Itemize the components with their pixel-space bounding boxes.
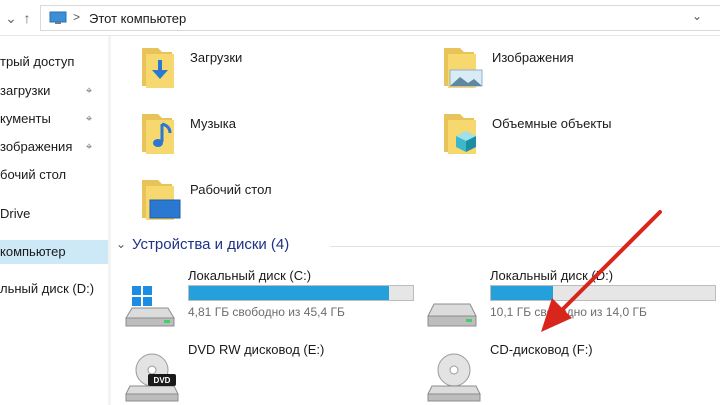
nav-item-label: бочий стол: [0, 167, 67, 182]
navigation-pane-divider: [108, 36, 111, 405]
drive-name: CD-дисковод (F:): [490, 342, 593, 357]
nav-item[interactable]: трый доступ: [0, 50, 108, 74]
nav-item[interactable]: компьютер: [0, 240, 108, 264]
nav-item[interactable]: зображения ⌖: [0, 135, 108, 159]
nav-item[interactable]: Drive: [0, 202, 108, 226]
music-folder-icon: [142, 114, 174, 154]
nav-item-label: компьютер: [0, 244, 66, 259]
folder-pictures[interactable]: Изображения: [414, 38, 704, 102]
drive-free-space: 4,81 ГБ свободно из 45,4 ГБ: [188, 305, 345, 319]
downloads-folder-icon: [142, 48, 174, 88]
devices-group-header[interactable]: ⌄ Устройства и диски (4): [112, 234, 720, 258]
nav-item-label: загрузки: [0, 83, 51, 98]
nav-item-label: трый доступ: [0, 54, 75, 69]
nav-item-label: зображения: [0, 139, 73, 154]
folder-music[interactable]: Музыка: [112, 104, 402, 168]
group-divider: [330, 246, 720, 247]
dvd-drive-icon: DVD: [125, 353, 179, 402]
folder-name: Изображения: [492, 50, 574, 65]
content-area: Загрузки Изображения Музыка Объемные объ…: [112, 36, 720, 405]
drive-usage-bar: [490, 285, 716, 301]
up-arrow-icon[interactable]: ↑: [18, 8, 36, 28]
folder-downloads[interactable]: Загрузки: [112, 38, 402, 102]
drive-usage-bar: [188, 285, 414, 301]
nav-item[interactable]: бочий стол: [0, 163, 108, 187]
nav-item-label: Drive: [0, 206, 31, 221]
drive-name: DVD RW дисковод (E:): [188, 342, 325, 357]
3d-objects-folder-icon: [444, 114, 476, 154]
pictures-folder-icon: [444, 48, 483, 88]
desktop-folder-icon: [142, 180, 181, 220]
folder-name: Загрузки: [190, 50, 243, 65]
navigation-pane: трый доступ загрузки ⌖ кументы ⌖ зображения ⌖ б…: [0, 36, 108, 405]
nav-item-label: кументы: [0, 111, 51, 126]
windows-drive-icon: [125, 286, 175, 327]
pin-icon[interactable]: ⌖: [86, 107, 92, 131]
folder-desktop[interactable]: Рабочий стол: [112, 170, 402, 234]
drive-d[interactable]: Локальный диск (D:) 10,1 ГБ свободно из …: [414, 268, 716, 338]
nav-item[interactable]: загрузки ⌖: [0, 79, 108, 103]
folder-name: Рабочий стол: [190, 182, 272, 197]
folder-name: Объемные объекты: [492, 116, 612, 131]
hard-drive-icon: [427, 303, 477, 327]
drive-name: Локальный диск (C:): [188, 268, 312, 283]
cd-drive-icon: [427, 353, 481, 402]
drive-f[interactable]: CD-дисковод (F:): [414, 342, 714, 405]
group-title: Устройства и диски (4): [132, 236, 290, 253]
drive-e[interactable]: DVD DVD RW дисковод (E:): [112, 342, 412, 405]
file-explorer-window: ⌄ ↑ > Этот компьютер ⌄ трый доступ загруз…: [0, 0, 720, 405]
folder-name: Музыка: [190, 116, 236, 131]
address-dropdown-icon[interactable]: ⌄: [692, 9, 702, 23]
drive-c[interactable]: Локальный диск (C:) 4,81 ГБ свободно из …: [112, 268, 414, 338]
drive-name: Локальный диск (D:): [490, 268, 614, 283]
drive-usage-fill: [491, 286, 554, 300]
drive-usage-fill: [189, 286, 390, 300]
nav-item[interactable]: льный диск (D:): [0, 277, 108, 301]
collapse-chevron-icon[interactable]: ⌄: [116, 237, 126, 251]
pin-icon[interactable]: ⌖: [86, 79, 92, 103]
nav-item[interactable]: кументы ⌖: [0, 107, 108, 131]
drive-free-space: 10,1 ГБ свободно из 14,0 ГБ: [490, 305, 647, 319]
breadcrumb-this-pc[interactable]: Этот компьютер: [89, 11, 186, 26]
this-pc-icon: [49, 11, 67, 24]
address-bar-row: ⌄ ↑ > Этот компьютер ⌄: [0, 0, 720, 36]
pin-icon[interactable]: ⌖: [86, 135, 92, 159]
breadcrumb-separator[interactable]: >: [73, 10, 80, 24]
svg-text:DVD: DVD: [154, 376, 171, 385]
folder-3d-objects[interactable]: Объемные объекты: [414, 104, 704, 168]
address-field[interactable]: > Этот компьютер ⌄: [40, 5, 720, 31]
nav-item-label: льный диск (D:): [0, 281, 95, 296]
